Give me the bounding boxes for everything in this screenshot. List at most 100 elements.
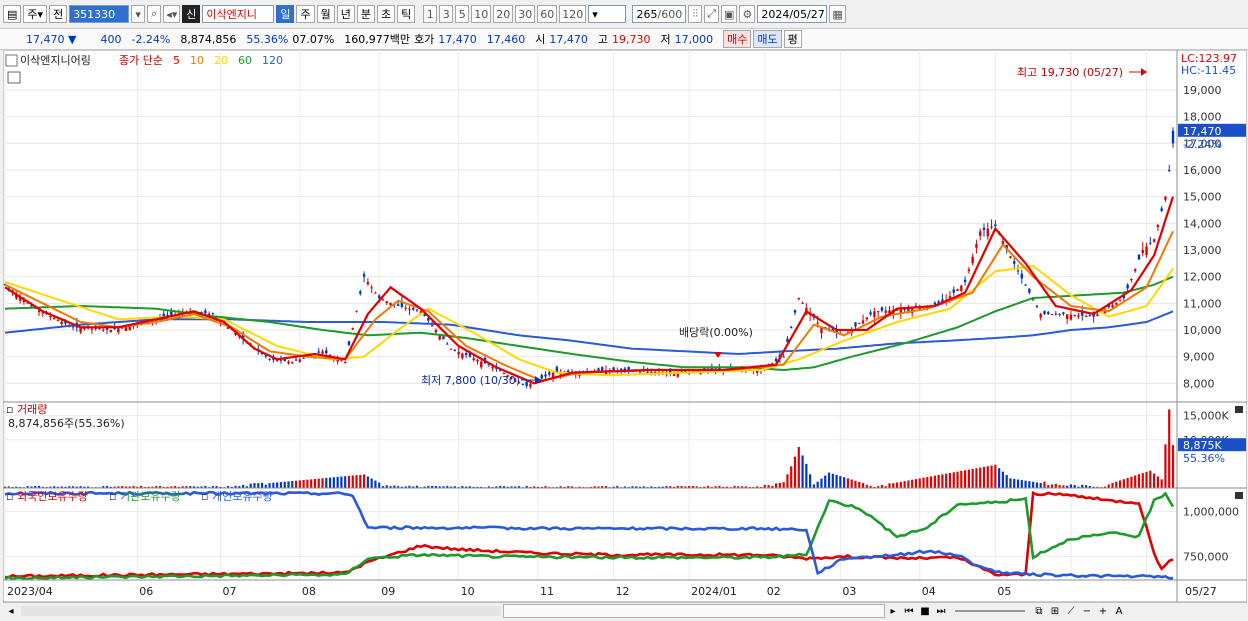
candle-body [952,289,955,293]
panel-menu-icon [5,54,18,67]
period-tab-1[interactable]: 주 [296,5,315,23]
candle-body [975,244,978,248]
candle-body [873,311,876,318]
period-tab-4[interactable]: 분 [356,5,375,23]
prev-button[interactable]: 전 [49,5,68,23]
holding-legend-0: 외국인보유수량 [17,490,88,503]
x-axis-label: 03 [842,585,856,598]
candle-body [430,325,434,327]
settings-gear-icon[interactable]: ⚙ [739,5,756,23]
quote-bar: 17,470 ▼ 400 -2.24% 8,874,856 55.36% 07.… [0,28,1248,50]
period-tab-3[interactable]: 년 [336,5,355,23]
candle-body [1013,261,1016,264]
volume-bar [1126,477,1129,488]
interval-tab-60[interactable]: 60 [537,5,558,23]
dividend-annotation: 배당락(0.00%) [679,326,753,339]
stock-chart[interactable]: 19,00018,00017,00016,00015,00014,00013,0… [3,50,1247,602]
date-input[interactable]: 2024/05/27 [757,5,828,23]
low-annotation: 최저 7,800 (10/30) [421,374,520,387]
candle-body [1062,312,1065,314]
candle-type-icon[interactable]: ⫶⫶ [688,5,703,23]
candle-body [858,322,861,324]
candle-body [1009,256,1012,258]
code-dropdown-icon[interactable]: ▾ [131,5,146,23]
volume-bar [820,478,823,488]
candle-body [302,357,305,359]
interval-tab-3[interactable]: 3 [439,5,454,23]
interval-tab-1[interactable]: 1 [423,5,438,23]
rewind-icon[interactable]: ⏮ [901,606,917,617]
scroll-left-icon[interactable]: ◂ [3,606,19,617]
volume-bar [374,480,377,488]
candle-body [1088,315,1092,317]
stop-icon[interactable]: ■ [917,606,933,617]
stock-code-input[interactable]: 351330 [69,5,130,23]
candle-body [49,316,52,318]
chart-menu-icon[interactable]: ▤ [3,5,22,23]
text-tool-icon[interactable]: A [1111,606,1127,617]
candle-body [990,226,993,228]
trend-icon[interactable]: ⟋ [1063,606,1079,617]
sound-icon[interactable]: ◂▾ [163,5,181,23]
candle-body [653,371,657,373]
interval-tabs: 1 3 5 10 20 30 60 120 [423,5,588,23]
candle-body [1073,315,1076,317]
ma-legend-60: 60 [238,54,252,67]
candle-body [294,359,298,361]
stock-name-field[interactable]: 이삭엔지니 [202,5,275,23]
chart-scrollbar[interactable]: ◂ ▸ ⏮ ■ ⏭ ⧉ ⊞ ⟋ − + A [3,602,1247,619]
volume-bar [1171,445,1175,488]
eval-button[interactable]: 평 [783,30,802,48]
buy-button[interactable]: 매수 [723,30,752,48]
scroll-right-icon[interactable]: ▸ [885,606,901,617]
layout-icon[interactable]: ⧉ [1031,606,1047,617]
count-input[interactable]: 265/600 [632,5,687,23]
zoom-out-icon[interactable]: − [1079,606,1095,617]
x-axis-label: 11 [540,585,554,598]
interval-tab-10[interactable]: 10 [471,5,492,23]
save-icon[interactable]: ▣ [721,5,738,23]
compare-icon[interactable]: ⊞ [1047,606,1063,617]
period-tab-6[interactable]: 틱 [397,5,416,23]
candle-body [884,310,887,313]
search-icon[interactable]: ⌕ [147,5,162,23]
candle-body [461,353,464,359]
interval-tab-20[interactable]: 20 [493,5,514,23]
calendar-icon[interactable]: ▦ [829,5,846,23]
volume-bar [1118,480,1122,488]
interval-custom-select[interactable]: ▾ [588,5,627,23]
x-axis-label: 10 [461,585,475,598]
candle-body [612,367,615,371]
volume-bar [347,475,351,488]
volume-bar [325,477,328,488]
zoom-in-icon[interactable]: + [1095,606,1111,617]
interval-tab-30[interactable]: 30 [515,5,536,23]
period-tab-0[interactable]: 일 [276,5,295,23]
sell-button[interactable]: 매도 [753,30,782,48]
price-tick-label: 19,000 [1183,84,1222,97]
zoom-slider[interactable] [955,610,1025,612]
draw-tool-icon[interactable]: ⤢ [704,5,720,23]
interval-tab-120[interactable]: 120 [559,5,587,23]
candle-body [1145,246,1148,256]
interval-tab-5[interactable]: 5 [455,5,470,23]
forward-icon[interactable]: ⏭ [933,606,949,617]
candle-body [457,351,460,355]
market-select[interactable]: 주 ▾ [23,5,48,23]
price-change: 400 [100,32,122,46]
period-tab-2[interactable]: 월 [316,5,335,23]
period-tab-5[interactable]: 초 [376,5,396,23]
volume-bar [831,473,834,488]
volume-subtitle: 8,874,856주(55.36%) [8,417,125,430]
price-tick-label: 11,000 [1183,297,1222,310]
open-label: 시 [535,33,546,46]
candle-body [1043,311,1046,314]
candle-body [869,312,872,315]
scroll-track[interactable] [21,606,501,616]
volume-bar [1039,482,1042,488]
candle-body [359,291,362,294]
volume-bar [812,484,816,488]
price-tick-label: 10,000 [1183,324,1222,337]
volume-bar [257,483,260,488]
scroll-thumb[interactable] [503,604,885,618]
